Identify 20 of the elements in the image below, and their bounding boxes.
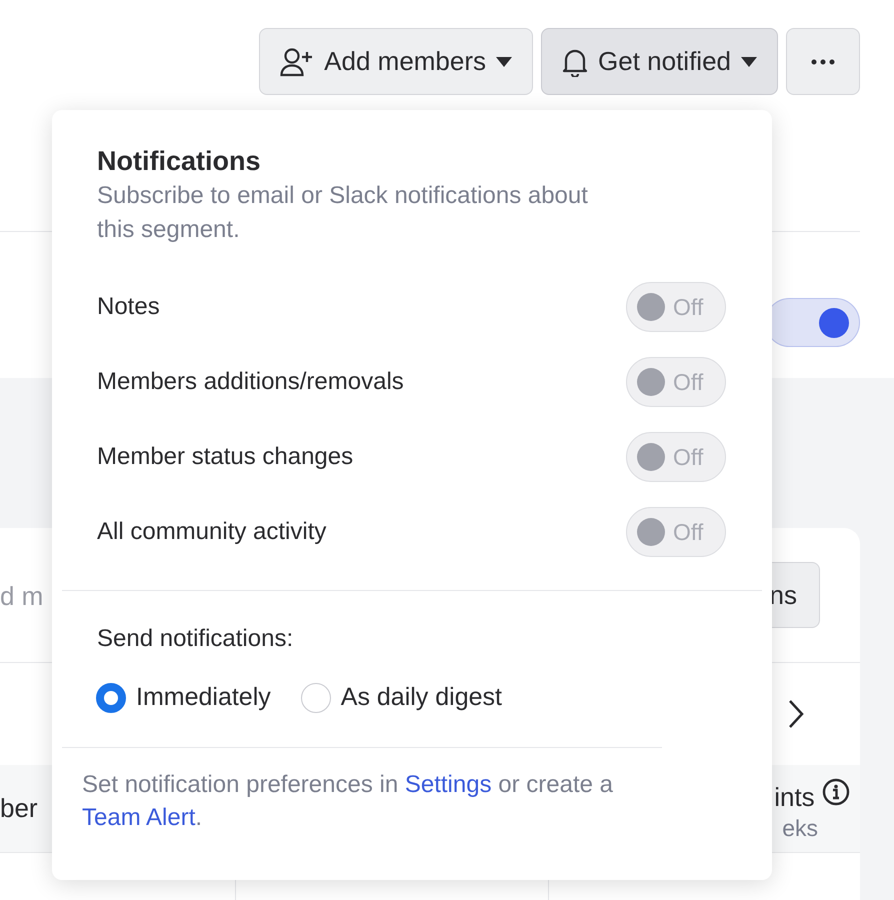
get-notified-button[interactable]: Get notified bbox=[541, 28, 778, 95]
text-link[interactable]: Settings bbox=[404, 770, 492, 798]
column-subtitle: eks bbox=[781, 816, 818, 840]
footer-note: Set notification preferences in Settings or create a Team Alert. bbox=[81, 770, 614, 834]
toggle-label: Member status changes bbox=[97, 442, 354, 472]
add-members-button[interactable]: Add members bbox=[259, 28, 534, 95]
radio-option[interactable]: As daily digest bbox=[300, 679, 502, 717]
add-user-icon bbox=[280, 46, 314, 76]
section-label: Send notifications: bbox=[96, 624, 294, 652]
column-header: ints bbox=[774, 780, 816, 814]
toggle-label: Notes bbox=[97, 292, 160, 322]
popover-title: Notifications bbox=[97, 145, 262, 178]
popover-description: Subscribe to email or Slack notifications about this segment. bbox=[97, 181, 589, 245]
chevron-right-icon bbox=[788, 699, 804, 729]
more-icon bbox=[811, 58, 835, 64]
toggle-label: All community activity bbox=[97, 516, 326, 547]
column-header: ber bbox=[0, 792, 38, 825]
radio-option[interactable]: Immediately bbox=[96, 679, 271, 717]
toggle-label: Members additions/removals bbox=[97, 366, 404, 397]
text-link[interactable]: Team Alert bbox=[82, 804, 196, 832]
